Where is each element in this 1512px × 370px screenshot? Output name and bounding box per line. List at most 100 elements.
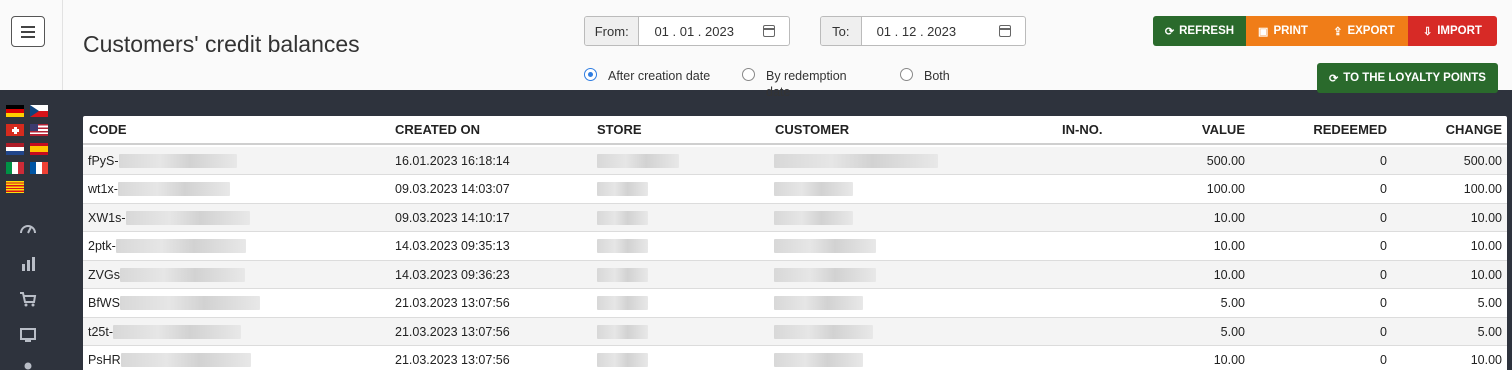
export-button[interactable]: ⇪ EXPORT [1320, 16, 1408, 46]
column-header-created-on[interactable]: CREATED ON [395, 116, 480, 143]
radio-after-creation-date[interactable]: After creation date [584, 68, 710, 84]
cell-customer [774, 147, 938, 174]
chart-icon[interactable] [19, 255, 37, 273]
loyalty-points-button[interactable]: ⟳ TO THE LOYALTY POINTS [1317, 63, 1498, 93]
to-label: To: [821, 17, 862, 45]
table-row[interactable]: BfWS 21.03.2023 13:07:56 5.00 0 5.00 [83, 290, 1507, 318]
code-text: t25t- [88, 324, 114, 339]
radio-by-redemption-date[interactable]: By redemption date [742, 68, 850, 98]
cell-code: wt1x- [88, 176, 230, 203]
radio-both[interactable]: Both [900, 68, 950, 84]
redacted-store [597, 353, 648, 367]
flag-es-icon[interactable] [30, 143, 48, 155]
cell-value: 10.00 [1213, 239, 1245, 253]
calendar-icon[interactable] [999, 25, 1011, 37]
radio-button[interactable] [742, 68, 755, 81]
menu-bar [21, 35, 35, 38]
upload-icon: ⇪ [1333, 25, 1343, 38]
code-text: ZVGs [88, 267, 120, 282]
hamburger-menu-button[interactable] [11, 16, 45, 47]
credit-balances-table: CODE CREATED ON STORE CUSTOMER IN-NO. VA… [83, 116, 1507, 370]
table-row[interactable]: fPyS- 16.01.2023 16:18:14 500.00 0 500.00 [83, 147, 1507, 175]
flag-ch-icon[interactable] [6, 124, 24, 136]
column-header-customer[interactable]: CUSTOMER [775, 116, 849, 143]
redacted-customer [774, 182, 853, 196]
redacted-customer [774, 239, 876, 253]
column-header-in-no[interactable]: IN-NO. [1062, 116, 1102, 143]
refresh-icon: ⟳ [1164, 25, 1175, 38]
column-header-store[interactable]: STORE [597, 116, 642, 143]
cell-customer [774, 318, 873, 345]
redacted-code [118, 153, 237, 168]
user-icon[interactable] [19, 360, 37, 370]
redacted-store [597, 267, 648, 282]
import-button[interactable]: ⇩ IMPORT [1408, 16, 1497, 46]
dashboard-icon[interactable] [19, 220, 37, 238]
redacted-customer [774, 153, 938, 168]
cell-change: 10.00 [1470, 210, 1502, 225]
refresh-button[interactable]: ⟳ REFRESH [1153, 16, 1246, 46]
cell-value: 5.00 [1220, 324, 1245, 339]
table-row[interactable]: t25t- 21.03.2023 13:07:56 5.00 0 5.00 [83, 318, 1507, 346]
table-row[interactable]: wt1x- 09.03.2023 14:03:07 100.00 0 100.00 [83, 176, 1507, 204]
cell-store [597, 204, 648, 231]
flag-de-icon[interactable] [6, 105, 24, 117]
calendar-icon[interactable] [763, 25, 775, 37]
cell-redeemed: 0 [1380, 239, 1387, 253]
radio-button[interactable] [900, 68, 913, 81]
cell-code: PsHR [88, 347, 251, 370]
column-header-value[interactable]: VALUE [1143, 116, 1245, 143]
print-label: PRINT [1273, 25, 1308, 37]
flag-fr-icon[interactable] [30, 162, 48, 174]
print-button[interactable]: ▣ PRINT [1246, 16, 1320, 46]
cell-value: 10.00 [1213, 267, 1245, 282]
from-date-value: 01 . 01 . 2023 [654, 23, 734, 39]
flag-nl-icon[interactable] [6, 143, 24, 155]
radio-label: Both [924, 69, 950, 83]
table-row[interactable]: 2ptk- 14.03.2023 09:35:13 10.00 0 10.00 [83, 233, 1507, 261]
cell-created-on: 21.03.2023 13:07:56 [395, 353, 510, 367]
cell-change: 500.00 [1463, 153, 1502, 168]
column-header-code[interactable]: CODE [89, 116, 127, 143]
cell-code: XW1s- [88, 204, 250, 231]
flag-us-icon[interactable] [30, 124, 48, 136]
flag-it-icon[interactable] [6, 162, 24, 174]
cell-value: 100.00 [1206, 182, 1245, 196]
redacted-customer [774, 296, 863, 310]
from-label: From: [585, 17, 640, 45]
radio-button-checked[interactable] [584, 68, 597, 81]
to-date-input[interactable]: 01 . 12 . 2023 [862, 17, 1025, 45]
import-label: IMPORT [1437, 25, 1482, 37]
column-header-redeemed[interactable]: REDEEMED [1283, 116, 1387, 143]
cell-redeemed: 0 [1380, 153, 1387, 168]
cell-code: fPyS- [88, 147, 237, 174]
radio-label: After creation date [608, 69, 711, 83]
redacted-customer [774, 210, 853, 225]
cart-icon[interactable] [19, 290, 37, 308]
table-row[interactable]: PsHR 21.03.2023 13:07:56 10.00 0 10.00 [83, 347, 1507, 370]
flag-cz-icon[interactable] [30, 105, 48, 117]
to-date-field[interactable]: To: 01 . 12 . 2023 [820, 16, 1026, 46]
table-row[interactable]: XW1s- 09.03.2023 14:10:17 10.00 0 10.00 [83, 204, 1507, 232]
cell-code: t25t- [88, 318, 242, 345]
column-header-change[interactable]: CHANGE [1403, 116, 1502, 143]
cell-change: 10.00 [1470, 353, 1502, 367]
redacted-customer [774, 267, 876, 282]
from-date-field[interactable]: From: 01 . 01 . 2023 [584, 16, 790, 46]
sidebar [0, 0, 63, 370]
table-row[interactable]: ZVGs 14.03.2023 09:36:23 10.00 0 10.00 [83, 261, 1507, 289]
redacted-store [597, 153, 679, 168]
cell-change: 100.00 [1463, 182, 1502, 196]
cell-store [597, 290, 648, 317]
from-date-input[interactable]: 01 . 01 . 2023 [639, 17, 789, 45]
code-text: wt1x- [88, 182, 118, 196]
redacted-code [115, 239, 246, 253]
cell-customer [774, 347, 863, 370]
flag-catalonia-icon[interactable] [6, 181, 24, 193]
cell-value: 5.00 [1220, 296, 1245, 310]
cell-redeemed: 0 [1380, 353, 1387, 367]
cell-store [597, 347, 648, 370]
monitor-icon[interactable] [19, 326, 37, 344]
sidebar-header [0, 0, 63, 90]
cell-customer [774, 176, 853, 203]
